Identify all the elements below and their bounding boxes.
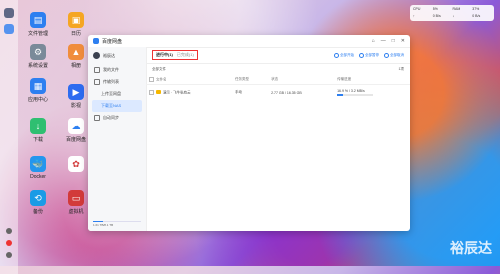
play-icon (334, 52, 339, 58)
folder-icon (156, 90, 161, 95)
col-progress[interactable]: 传输进度 (334, 75, 410, 86)
desktop-icon-backup[interactable]: ⟲ 备份 (22, 190, 54, 215)
tab-in-progress[interactable]: 进行中(1) (156, 52, 173, 58)
pause-all-button[interactable]: 全部暂停 (359, 52, 379, 58)
sidebar-item-upload[interactable]: 上传至网盘 (88, 88, 146, 100)
gear-icon: ⚙ (30, 44, 46, 60)
dock-notify-icon[interactable] (6, 240, 12, 246)
watermark: 裕辰达 (450, 240, 492, 256)
sync-icon (94, 115, 100, 121)
desktop-icon-docker[interactable]: 🐳 Docker (22, 156, 54, 180)
desktop-icon-files[interactable]: ▤ 文件管理 (22, 12, 54, 37)
item-count: 1项 (398, 67, 404, 71)
desktop-icon-download[interactable]: ↓ 下载 (22, 118, 54, 143)
start-all-button[interactable]: 全部开始 (334, 52, 354, 58)
desktop-icon-settings[interactable]: ⚙ 系统设置 (22, 44, 54, 69)
dock-user-icon[interactable] (6, 228, 12, 234)
transfer-icon (94, 79, 100, 85)
file-icon (94, 67, 100, 73)
folder-icon: ▤ (30, 12, 46, 28)
baidu-netdisk-window: 百度网盘 ⌂ — □ ✕ 裕辰达 我的文件 传输列表 上传至网盘 下载至NAS (88, 35, 410, 231)
col-filename[interactable]: 文件名 (146, 75, 232, 86)
avatar (93, 52, 100, 59)
sidebar-item-transfers[interactable]: 传输列表 (88, 76, 146, 88)
system-status-widget: CPU 5% RAM 37% ↑ 0 B/s ↓ 0 B/s (410, 5, 494, 21)
dock-apps-icon[interactable] (4, 24, 14, 34)
window-title: 百度网盘 (102, 38, 123, 45)
sidebar-item-my-files[interactable]: 我的文件 (88, 64, 146, 76)
select-all-checkbox[interactable] (149, 77, 154, 82)
breadcrumb: 全部文件 (152, 67, 166, 71)
vm-icon: ▭ (68, 190, 84, 206)
home-icon[interactable]: ⌂ (372, 38, 375, 44)
dock-power-icon[interactable] (6, 252, 12, 258)
minimize-button[interactable]: — (381, 38, 386, 44)
user-profile[interactable]: 裕辰达 (88, 47, 146, 64)
dock-home-icon[interactable] (4, 8, 14, 18)
progress-bar (337, 94, 374, 96)
transfer-table: 文件名 任务类型 状态 传输进度 演示 · 飞牛私有云 手动 2.77 GB /… (146, 75, 410, 100)
app-icon: ✿ (68, 156, 84, 172)
maximize-button[interactable]: □ (392, 38, 395, 44)
storage-quota: 1.61 TB/8.1 TB (93, 220, 141, 227)
photo-icon: ▲ (68, 44, 84, 60)
tab-completed[interactable]: 已完成(1) (177, 52, 194, 58)
sidebar-item-autosync[interactable]: 自动同步 (88, 112, 146, 124)
col-type[interactable]: 任务类型 (232, 75, 269, 86)
tab-group: 进行中(1) 已完成(1) (152, 50, 198, 60)
sidebar: 裕辰达 我的文件 传输列表 上传至网盘 下载至NAS 自动同步 1.61 TB/… (88, 47, 147, 231)
desktop-icon-appcenter[interactable]: ▦ 应用中心 (22, 78, 54, 103)
calendar-icon: ▣ (68, 12, 84, 28)
close-button[interactable]: ✕ (401, 38, 405, 44)
table-row[interactable]: 演示 · 飞牛私有云 手动 2.77 GB / 16.35 GB 16.9 % … (146, 85, 410, 100)
desktop-icon-calendar[interactable]: ▣ 日历 (60, 12, 92, 37)
docker-icon: 🐳 (30, 156, 46, 172)
col-status[interactable]: 状态 (268, 75, 335, 86)
grid-icon: ▦ (30, 78, 46, 94)
left-dock (0, 0, 18, 274)
download-icon: ↓ (30, 118, 46, 134)
progress-cell: 16.9 % / 3.2 MB/s (337, 89, 407, 96)
main-panel: 进行中(1) 已完成(1) 全部开始 全部暂停 全部取消 全部文件 1项 文件名… (146, 47, 410, 231)
pause-icon (359, 52, 364, 58)
sidebar-item-download-nas[interactable]: 下载至NAS (92, 100, 142, 112)
cancel-icon (384, 52, 389, 58)
backup-icon: ⟲ (30, 190, 46, 206)
video-icon: ▶ (68, 84, 84, 100)
baidu-cloud-icon: ☁ (68, 118, 84, 134)
app-logo-icon (93, 38, 99, 44)
cancel-all-button[interactable]: 全部取消 (384, 52, 404, 58)
row-checkbox[interactable] (149, 89, 154, 95)
